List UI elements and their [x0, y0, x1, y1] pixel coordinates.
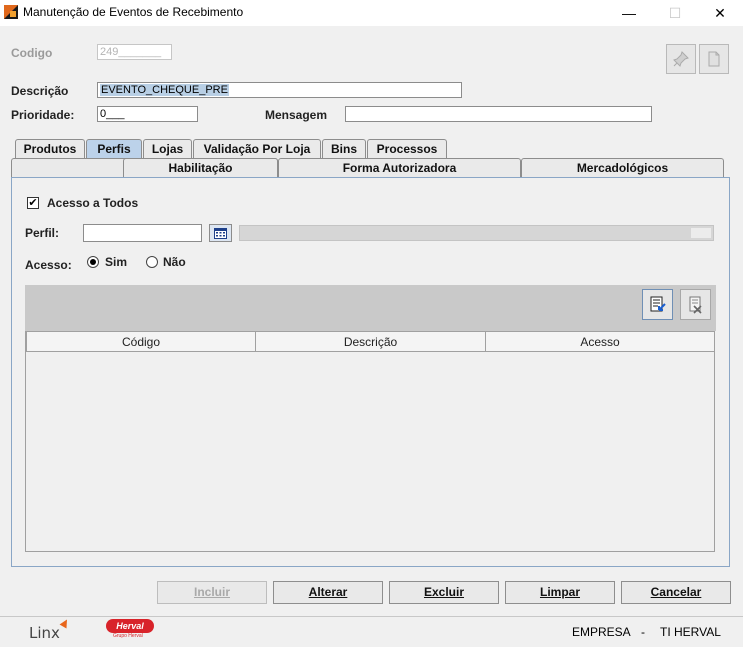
- herval-logo-text: Herval: [106, 619, 154, 633]
- alterar-button[interactable]: Alterar: [273, 581, 383, 604]
- herval-logo: Herval Grupo Herval: [106, 619, 156, 641]
- descricao-value: EVENTO_CHEQUE_PRE: [100, 84, 229, 96]
- tab-lojas[interactable]: Lojas: [143, 139, 192, 158]
- description-scroll-thumb: [691, 228, 711, 238]
- tab-mercadologicos[interactable]: Mercadológicos: [521, 158, 724, 177]
- incluir-button[interactable]: Incluir: [157, 581, 267, 604]
- perfil-description-field: [239, 225, 714, 241]
- column-header-codigo[interactable]: Código: [26, 332, 256, 352]
- linx-logo: Linx: [29, 624, 60, 642]
- app-icon: [4, 5, 18, 19]
- excluir-button[interactable]: Excluir: [389, 581, 499, 604]
- tab-habilitacao[interactable]: Habilitação: [123, 158, 278, 177]
- perfis-table: Código Descrição Acesso: [25, 331, 715, 552]
- radio-sim-label: Sim: [105, 255, 128, 269]
- acesso-label: Acesso:: [25, 258, 72, 272]
- perfil-label: Perfil:: [25, 226, 60, 240]
- remove-record-icon: [689, 296, 702, 314]
- tab-forma-autorizadora[interactable]: Forma Autorizadora: [278, 158, 521, 177]
- document-icon: [708, 51, 720, 67]
- tab-produtos[interactable]: Produtos: [15, 139, 85, 158]
- status-separator: -: [641, 625, 645, 639]
- close-button[interactable]: ✕: [697, 0, 743, 26]
- codigo-field[interactable]: 249_______: [97, 44, 172, 60]
- radio-nao-label: Não: [163, 255, 186, 269]
- column-header-descricao[interactable]: Descrição: [255, 332, 486, 352]
- grid-toolbar: [25, 285, 716, 331]
- tab-validacao-por-loja[interactable]: Validação Por Loja: [193, 139, 321, 158]
- limpar-button[interactable]: Limpar: [505, 581, 615, 604]
- add-row-button[interactable]: [642, 289, 673, 320]
- mensagem-field[interactable]: [345, 106, 652, 122]
- descricao-field[interactable]: EVENTO_CHEQUE_PRE: [97, 82, 462, 98]
- empresa-value: TI HERVAL: [660, 625, 721, 639]
- descricao-label: Descrição: [11, 84, 69, 98]
- window-title: Manutenção de Eventos de Recebimento: [23, 5, 244, 19]
- prioridade-field[interactable]: 0___: [97, 106, 198, 122]
- prioridade-label: Prioridade:: [11, 108, 75, 122]
- acesso-todos-checkbox[interactable]: ✔: [27, 197, 39, 209]
- codigo-label: Codigo: [11, 46, 53, 60]
- document-button[interactable]: [699, 44, 729, 74]
- remove-row-button[interactable]: [680, 289, 711, 320]
- minimize-button[interactable]: —: [606, 0, 652, 26]
- column-header-acesso[interactable]: Acesso: [485, 332, 715, 352]
- tab-perfis[interactable]: Perfis: [86, 139, 142, 158]
- title-bar: Manutenção de Eventos de Recebimento — ☐…: [0, 0, 743, 26]
- maximize-button[interactable]: ☐: [652, 0, 698, 26]
- perfil-lookup-button[interactable]: [209, 224, 232, 242]
- cancelar-button[interactable]: Cancelar: [621, 581, 731, 604]
- mensagem-label: Mensagem: [265, 108, 328, 122]
- empresa-label: EMPRESA: [572, 625, 631, 639]
- tab-processos[interactable]: Processos: [367, 139, 447, 158]
- perfil-field[interactable]: [83, 224, 202, 242]
- herval-logo-subtext: Grupo Herval: [113, 633, 143, 639]
- radio-nao[interactable]: [146, 256, 158, 268]
- add-record-icon: [650, 296, 666, 311]
- pin-button[interactable]: [666, 44, 696, 74]
- calendar-icon: [214, 227, 227, 239]
- tab-bins[interactable]: Bins: [322, 139, 366, 158]
- radio-sim[interactable]: [87, 256, 99, 268]
- pin-icon: [673, 51, 689, 67]
- acesso-todos-label: Acesso a Todos: [47, 196, 139, 210]
